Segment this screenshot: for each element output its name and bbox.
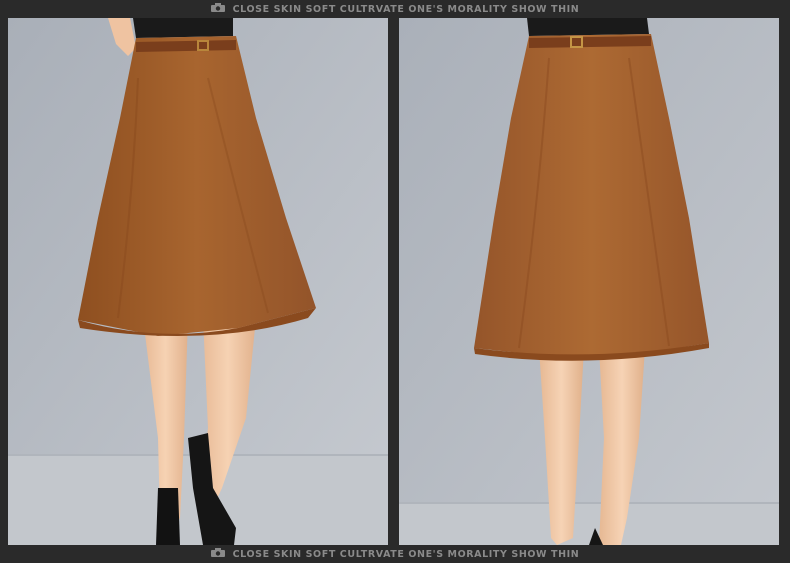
top-banner: CLOSE SKIN SOFT CULTRVATE ONE'S MORALITY… — [0, 0, 790, 18]
bottom-banner: CLOSE SKIN SOFT CULTRVATE ONE'S MORALITY… — [0, 545, 790, 563]
product-photo-right — [399, 18, 779, 545]
skirt-photo-front-view — [399, 18, 779, 545]
camera-icon — [210, 548, 225, 560]
skirt-photo-side-view — [8, 18, 388, 545]
top-banner-text: CLOSE SKIN SOFT CULTRVATE ONE'S MORALITY… — [232, 3, 580, 15]
camera-icon — [210, 3, 225, 15]
bottom-banner-text: CLOSE SKIN SOFT CULTRVATE ONE'S MORALITY… — [232, 548, 580, 560]
product-photo-left — [8, 18, 388, 545]
